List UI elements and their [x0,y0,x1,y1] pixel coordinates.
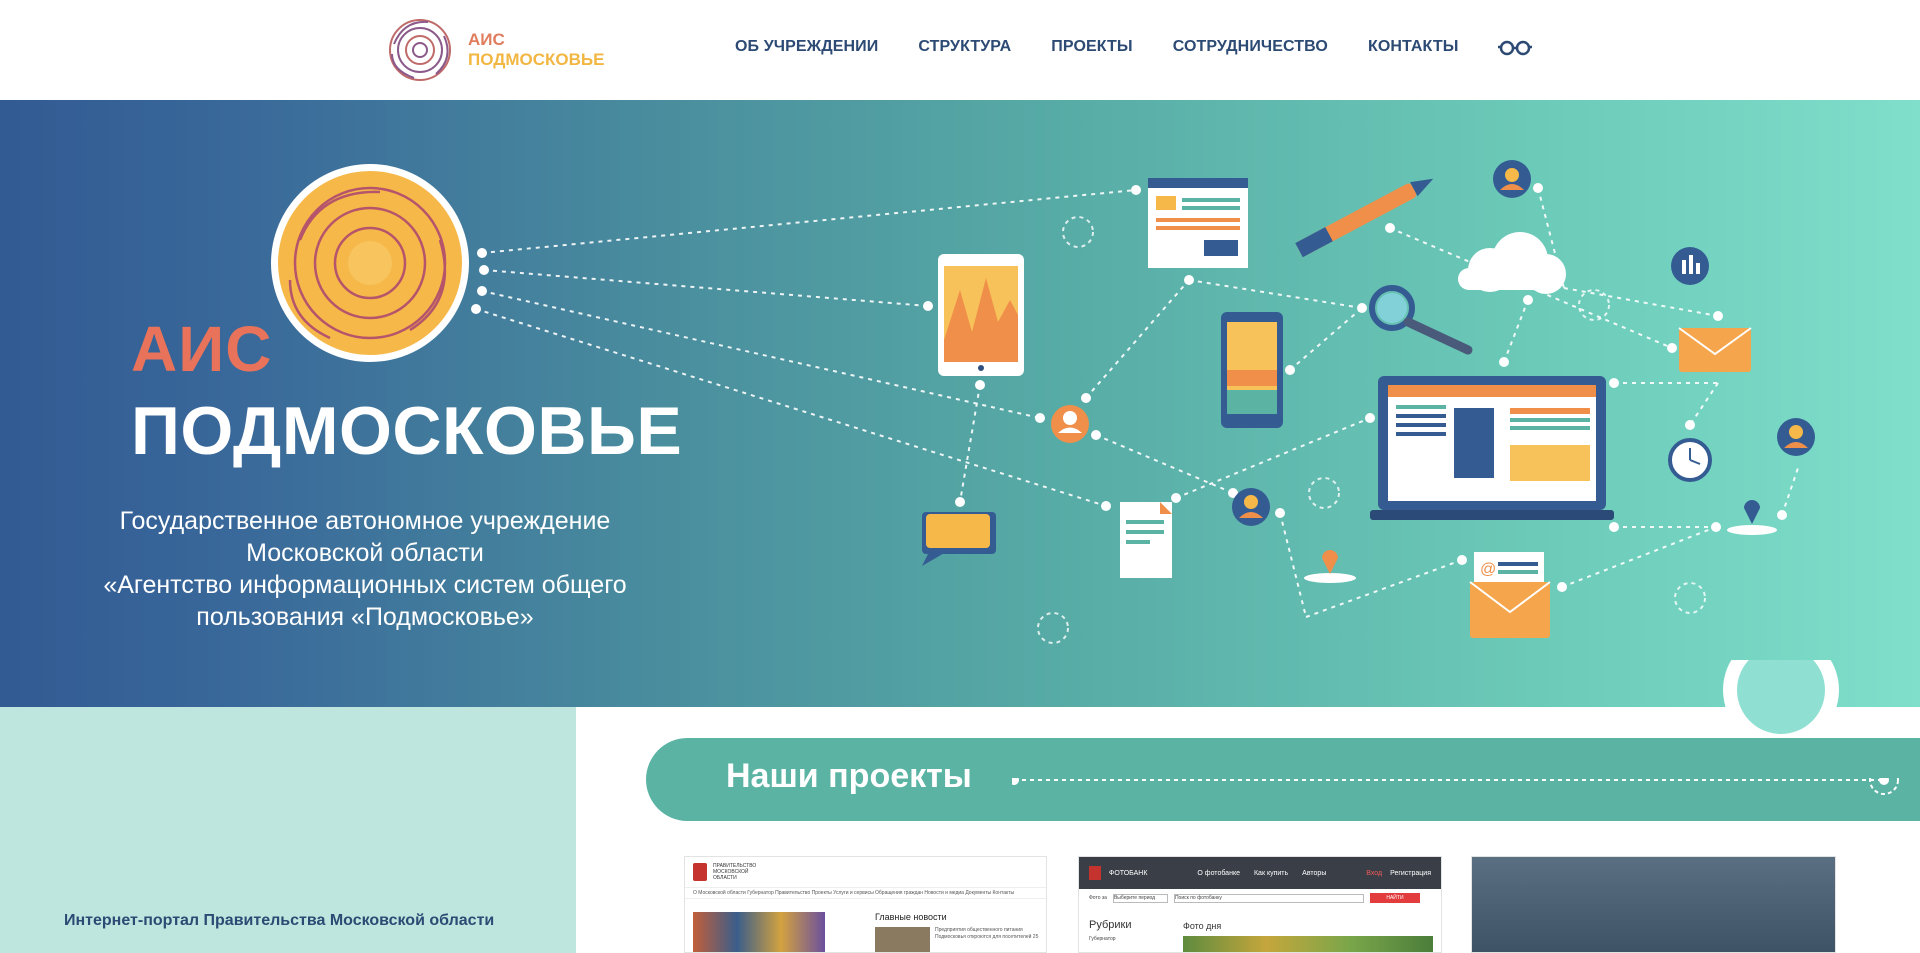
hero-subtitle-line2: Московской области [246,539,484,567]
thumb2-menu-about: О фотобанке [1197,869,1240,877]
hero-subtitle-line1: Государственное автономное учреждение [119,507,611,535]
logo-emblem-icon [389,19,451,81]
thumb2-header: ФОТОБАНК О фотобанке Как купить Авторы В… [1079,857,1441,889]
project-thumb-government-portal[interactable]: ПРАВИТЕЛЬСТВО МОСКОВСКОЙ ОБЛАСТИ О Моско… [684,856,1047,953]
hero-subtitle-line4: пользования «Подмосковье» [196,603,534,631]
site-header: АИС ПОДМОСКОВЬЕ ОБ УЧРЕЖДЕНИИ СТРУКТУРА … [0,0,1920,100]
hero-title-line2: ПОДМОСКОВЬЕ [131,393,683,469]
svg-text:@: @ [1480,561,1496,578]
thumb2-filter-label: Фото за [1089,895,1107,901]
thumb2-menu: О фотобанке Как купить Авторы [1197,870,1326,877]
thumb2-login: Вход [1366,869,1383,877]
thumb2-rubrics: Рубрики [1089,919,1132,931]
coat-of-arms-icon [693,863,707,881]
photobank-logo-icon [1089,866,1101,880]
nav-structure[interactable]: СТРУКТУРА [918,38,1011,56]
logo-text: АИС ПОДМОСКОВЬЕ [468,30,604,70]
thumb1-news-image [693,912,825,952]
portal-title[interactable]: Интернет-портал Правительства Московской… [64,912,494,930]
thumb2-period-select: Выберите период [1112,893,1168,903]
projects-timeline-line [1012,778,1899,795]
thumb1-brand: ПРАВИТЕЛЬСТВО МОСКОВСКОЙ ОБЛАСТИ [713,863,757,881]
project-thumb-photo[interactable] [1471,856,1836,953]
nav-about[interactable]: ОБ УЧРЕЖДЕНИИ [735,38,878,56]
thumb1-news-photo [875,927,930,952]
thumb1-menu: О Московской области Губернатор Правител… [685,887,1046,899]
glasses-icon[interactable] [1498,40,1532,56]
thumb2-search-field: Поиск по фотобанку [1173,893,1364,903]
thumb2-menu-buy: Как купить [1253,869,1289,877]
hero-banner: @ АИС ПОДМОСКОВЬЕ Государственное автоно… [0,100,1920,707]
thumb1-header: ПРАВИТЕЛЬСТВО МОСКОВСКОЙ ОБЛАСТИ [685,857,1046,887]
hero-subtitle: Государственное автономное учреждение Мо… [80,505,650,633]
thumb2-search-row: Фото за Выберите период Поиск по фотобан… [1079,889,1441,907]
nav-projects[interactable]: ПРОЕКТЫ [1051,38,1132,56]
logo-line2: ПОДМОСКОВЬЕ [468,50,605,69]
hero-title-line1: АИС [131,313,273,385]
thumb2-photo-strip [1183,936,1433,952]
logo-line1: АИС [468,30,505,49]
thumb2-brand: ФОТОБАНК [1109,869,1148,877]
thumb2-menu-authors: Авторы [1302,869,1327,877]
main-nav: ОБ УЧРЕЖДЕНИИ СТРУКТУРА ПРОЕКТЫ СОТРУДНИ… [735,38,1458,56]
project-thumb-photobank[interactable]: ФОТОБАНК О фотобанке Как купить Авторы В… [1078,856,1442,953]
thumb2-photo-of-day: Фото дня [1183,921,1222,931]
thumb1-news-text: Предприятия общественного питания Подмос… [935,927,1039,940]
thumb2-auth: Вход Регистрация [1366,870,1431,877]
thumb1-news-heading: Главные новости [875,912,947,922]
nav-contacts[interactable]: КОНТАКТЫ [1368,38,1459,56]
thumb2-search-button: НАЙТИ [1369,893,1420,903]
hero-subtitle-line3: «Агентство информационных систем общего [103,571,627,599]
thumb2-register: Регистрация [1390,869,1431,877]
site-logo[interactable]: АИС ПОДМОСКОВЬЕ [384,14,604,86]
thumb2-rubric-item: Губернатор [1089,936,1116,942]
nav-cooperation[interactable]: СОТРУДНИЧЕСТВО [1173,38,1328,56]
projects-title: Наши проекты [726,757,972,795]
